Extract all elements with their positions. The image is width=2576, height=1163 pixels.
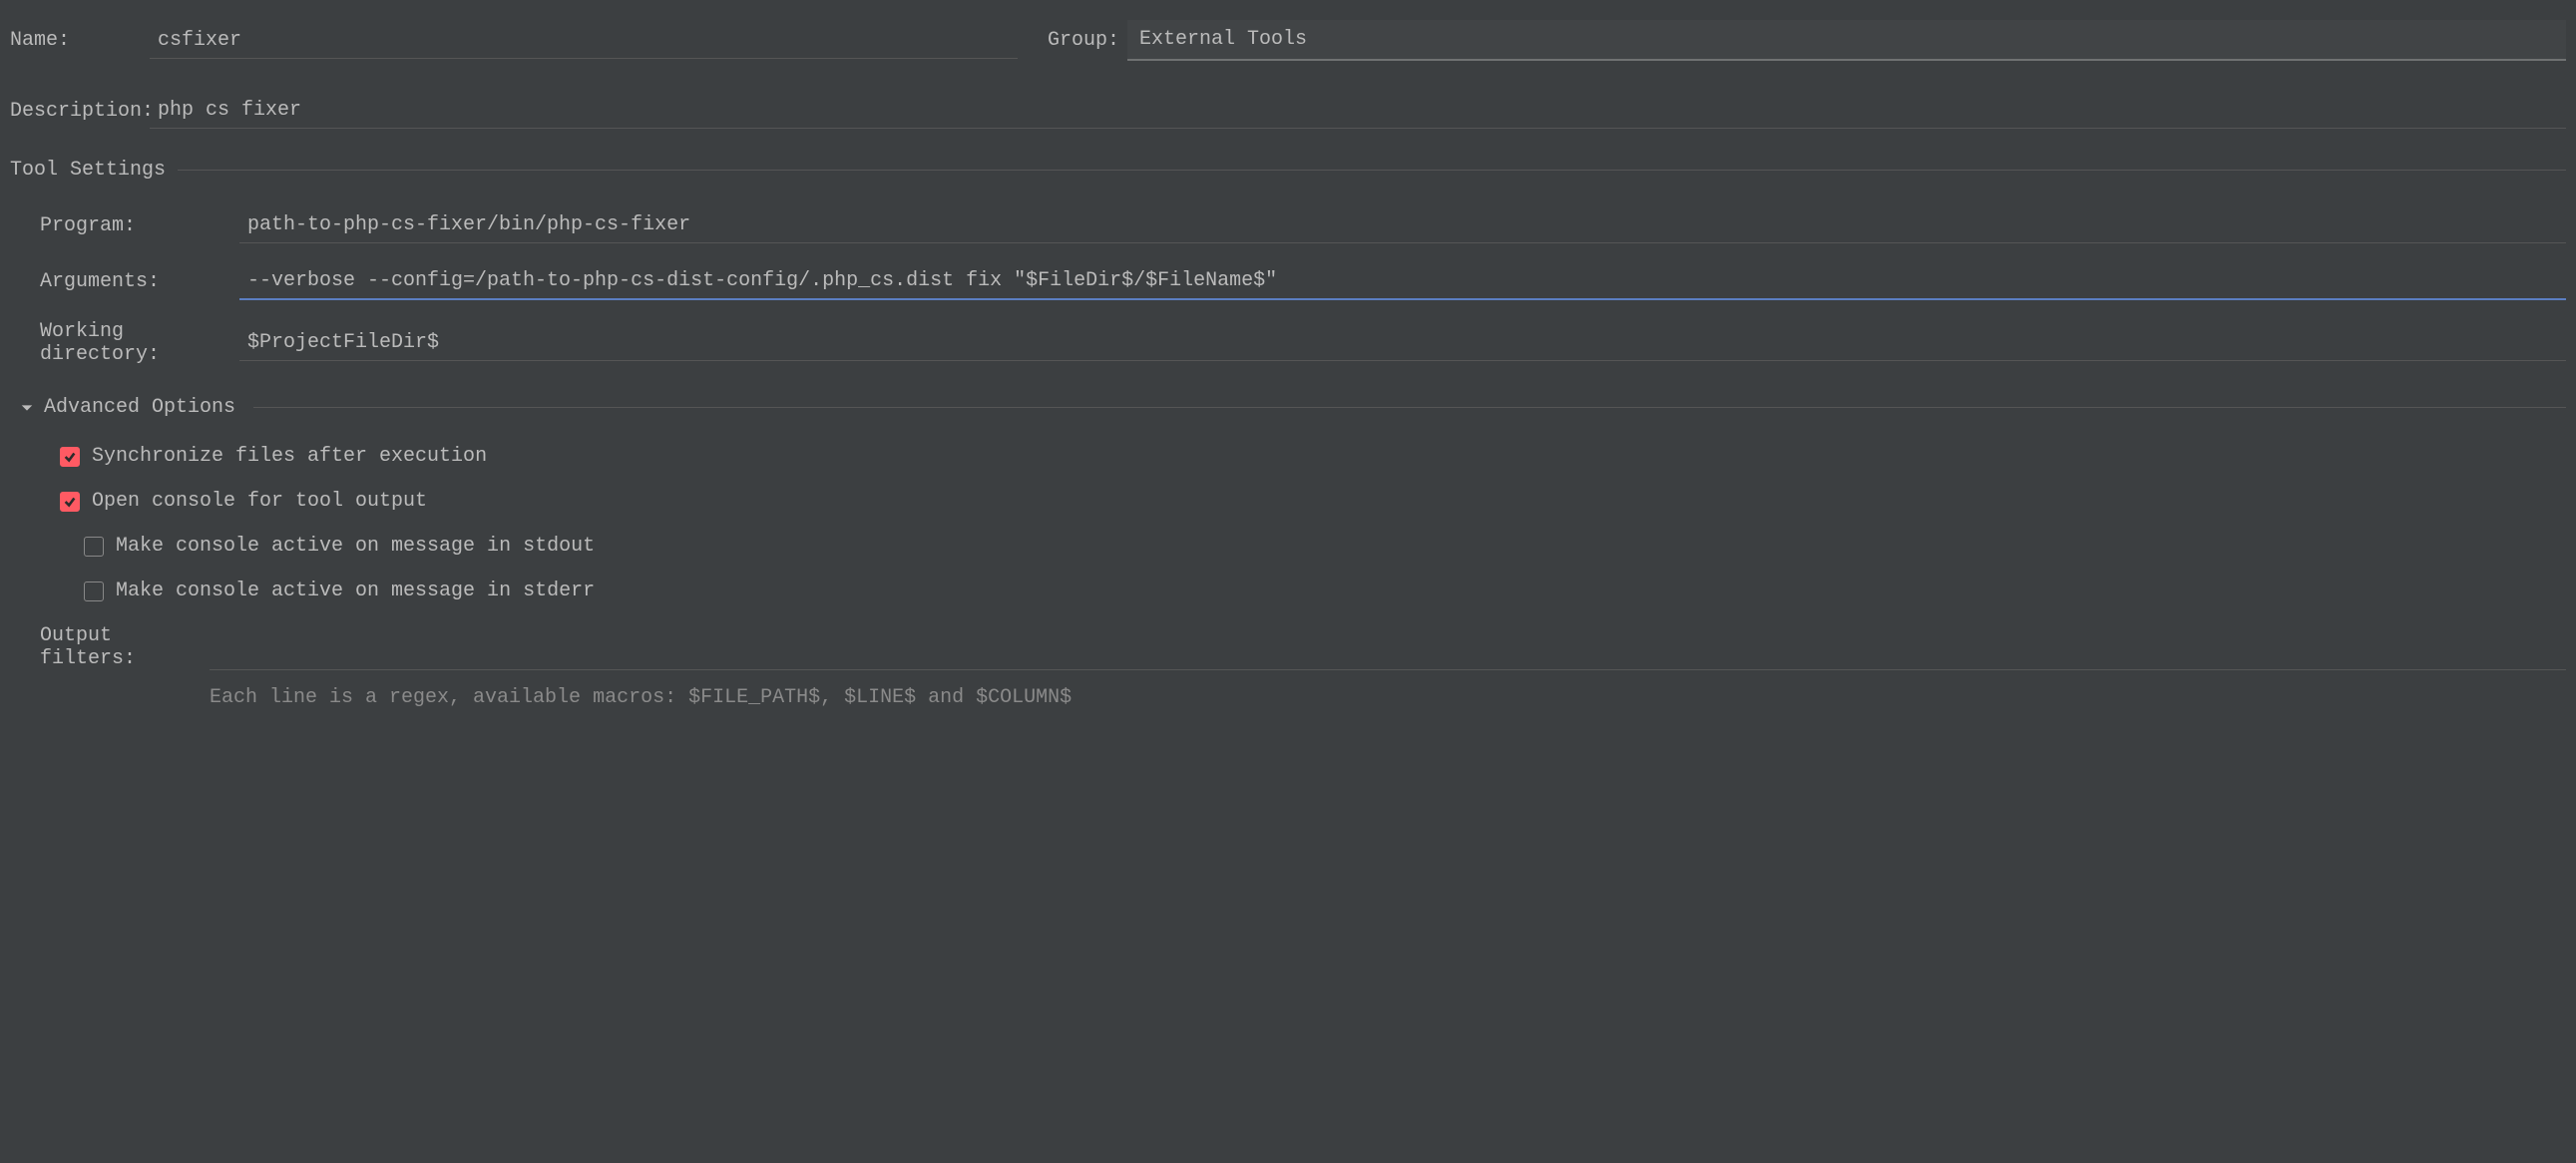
check-icon bbox=[63, 450, 77, 464]
stderr-active-label: Make console active on message in stderr bbox=[116, 580, 595, 602]
advanced-options-toggle[interactable]: Advanced Options bbox=[10, 396, 2566, 419]
check-icon bbox=[63, 495, 77, 509]
open-console-checkbox[interactable] bbox=[60, 492, 80, 512]
stdout-active-checkbox[interactable] bbox=[84, 537, 104, 557]
section-divider bbox=[253, 407, 2566, 408]
advanced-options-title: Advanced Options bbox=[44, 396, 235, 419]
open-console-label: Open console for tool output bbox=[92, 490, 427, 513]
program-label: Program: bbox=[40, 214, 239, 237]
name-input[interactable] bbox=[150, 23, 1018, 59]
tool-settings-section: Tool Settings bbox=[10, 159, 2566, 182]
sync-files-checkbox[interactable] bbox=[60, 447, 80, 467]
section-divider bbox=[178, 170, 2566, 171]
output-filters-input[interactable] bbox=[210, 640, 2566, 670]
group-label: Group: bbox=[1048, 29, 1127, 52]
stderr-active-checkbox[interactable] bbox=[84, 582, 104, 601]
sync-files-label: Synchronize files after execution bbox=[92, 445, 487, 468]
group-input[interactable] bbox=[1127, 20, 2566, 61]
chevron-down-icon bbox=[20, 401, 34, 415]
working-directory-label: Working directory: bbox=[40, 320, 239, 366]
stdout-active-label: Make console active on message in stdout bbox=[116, 535, 595, 558]
tool-settings-title: Tool Settings bbox=[10, 159, 166, 182]
working-directory-input[interactable] bbox=[239, 325, 2566, 361]
arguments-label: Arguments: bbox=[40, 270, 239, 293]
description-input[interactable] bbox=[150, 93, 2566, 129]
name-label: Name: bbox=[10, 29, 150, 52]
output-filters-label: Output filters: bbox=[40, 624, 210, 670]
arguments-input[interactable] bbox=[239, 263, 2566, 300]
output-filters-hint: Each line is a regex, available macros: … bbox=[10, 686, 2566, 709]
program-input[interactable] bbox=[239, 207, 2566, 243]
description-label: Description: bbox=[10, 100, 150, 123]
